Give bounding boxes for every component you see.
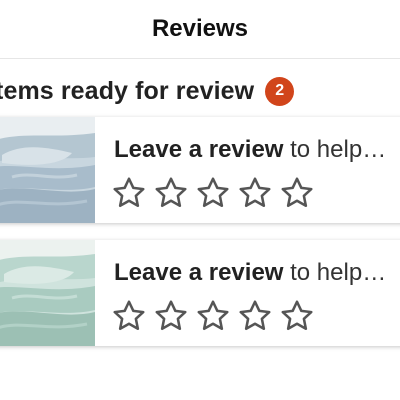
star-outline-icon[interactable]: [110, 175, 148, 211]
review-prompt[interactable]: Leave a review to help others: [114, 135, 390, 165]
product-image[interactable]: [0, 240, 95, 346]
review-prompt[interactable]: Leave a review to help others: [114, 258, 390, 288]
review-prompt-rest: to help others: [290, 259, 390, 286]
star-outline-icon[interactable]: [152, 175, 190, 211]
star-outline-icon[interactable]: [194, 175, 232, 211]
card-body: Leave a review to help others: [113, 258, 400, 334]
star-outline-icon[interactable]: [278, 298, 316, 334]
star-outline-icon[interactable]: [194, 298, 232, 334]
page-title: Reviews: [151, 15, 249, 42]
section-title: Items ready for review: [0, 76, 255, 105]
star-outline-icon[interactable]: [236, 175, 274, 211]
section-header: Items ready for review 2: [0, 74, 295, 108]
star-outline-icon[interactable]: [152, 298, 190, 334]
review-prompt-strong: Leave a review: [114, 259, 284, 286]
product-image[interactable]: [0, 117, 95, 223]
count-badge: 2: [265, 76, 295, 106]
review-item-card[interactable]: Leave a review to help others: [0, 240, 400, 346]
nav-bar: Reviews: [0, 0, 400, 59]
card-body: Leave a review to help others: [113, 135, 400, 211]
review-prompt-strong: Leave a review: [114, 136, 284, 163]
review-prompt-rest: to help others: [290, 136, 390, 163]
star-rating[interactable]: [110, 298, 400, 334]
review-item-card[interactable]: Leave a review to help others: [0, 117, 400, 223]
star-outline-icon[interactable]: [236, 298, 274, 334]
star-rating[interactable]: [110, 175, 400, 211]
star-outline-icon[interactable]: [110, 298, 148, 334]
star-outline-icon[interactable]: [278, 175, 316, 211]
